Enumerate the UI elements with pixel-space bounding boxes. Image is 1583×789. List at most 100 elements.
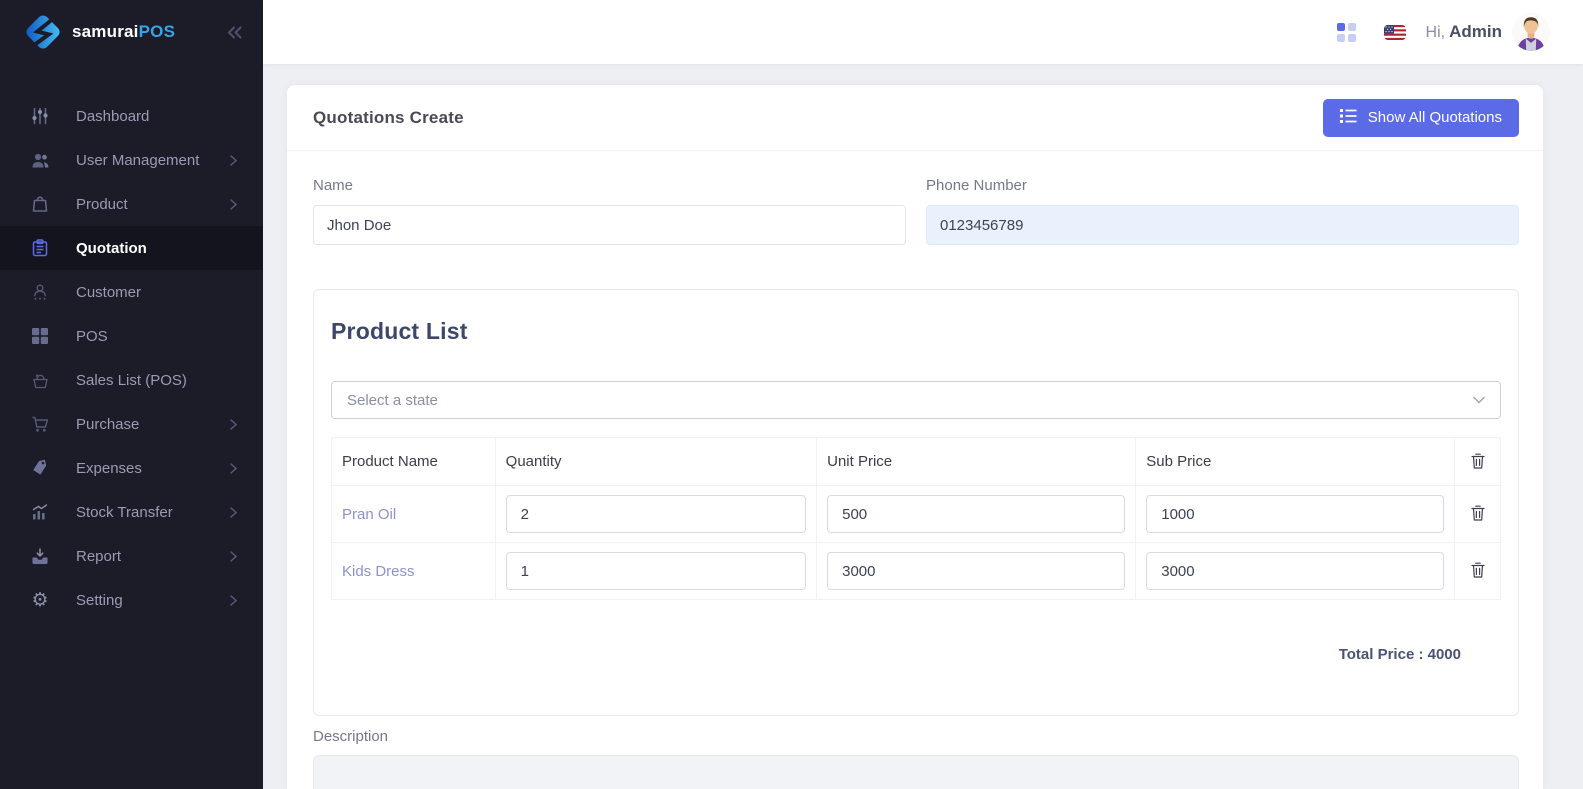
sidebar-item-label: Product: [76, 196, 230, 213]
sub-price-input[interactable]: [1146, 495, 1444, 533]
chevron-right-icon: [230, 595, 237, 606]
sidebar-item-purchase[interactable]: Purchase: [0, 402, 263, 446]
sidebar-menu: Dashboard User Management Product: [0, 64, 263, 622]
topbar-right: Hi,Admin: [1337, 13, 1550, 51]
sidebar-item-quotation[interactable]: Quotation: [0, 226, 263, 270]
page-title: Quotations Create: [313, 108, 464, 128]
card-body: Name Phone Number Product List Select a …: [287, 151, 1543, 789]
basket-icon: [30, 371, 50, 389]
description-label: Description: [313, 728, 1519, 745]
sidebar-item-label: Stock Transfer: [76, 504, 230, 521]
sidebar-item-sales-list-pos[interactable]: Sales List (POS): [0, 358, 263, 402]
product-table: Product Name Quantity Unit Price Sub Pri…: [331, 437, 1501, 600]
table-row: Kids Dress: [332, 543, 1501, 600]
table-header-row: Product Name Quantity Unit Price Sub Pri…: [332, 438, 1501, 486]
tag-icon: [30, 459, 50, 477]
total-price-value: 4000: [1428, 646, 1461, 663]
sidebar-item-label: Expenses: [76, 460, 230, 477]
sidebar-item-label: POS: [76, 328, 237, 345]
trash-icon[interactable]: [1469, 503, 1487, 523]
table-row: Pran Oil: [332, 486, 1501, 543]
users-icon: [30, 152, 50, 169]
name-input[interactable]: [313, 205, 906, 245]
app-root: samuraiPOS Dashboard User Management: [0, 0, 1583, 789]
brand-logo-icon: [22, 11, 64, 53]
sidebar-collapse-icon[interactable]: [225, 25, 243, 40]
customer-fields-row: Name Phone Number: [313, 177, 1519, 245]
quantity-input[interactable]: [506, 552, 806, 590]
col-unit-price: Unit Price: [817, 438, 1136, 486]
report-download-icon: [30, 548, 50, 565]
chevron-right-icon: [230, 199, 237, 210]
total-price: Total Price : 4000: [331, 600, 1501, 715]
sidebar-item-pos[interactable]: POS: [0, 314, 263, 358]
product-select[interactable]: Select a state: [331, 381, 1501, 419]
sidebar-item-label: Customer: [76, 284, 237, 301]
greeting-text: Hi,: [1426, 24, 1446, 41]
show-all-quotations-button[interactable]: Show All Quotations: [1323, 99, 1519, 137]
brand-name-secondary: POS: [139, 22, 176, 41]
quotation-create-card: Quotations Create Show All Quotations Na…: [287, 85, 1543, 789]
name-field-group: Name: [313, 177, 906, 245]
brand-name-primary: samurai: [72, 22, 139, 41]
customer-icon: [30, 283, 50, 301]
apps-grid-icon[interactable]: [1337, 23, 1356, 42]
grid-icon: [30, 327, 50, 345]
sidebar-item-dashboard[interactable]: Dashboard: [0, 94, 263, 138]
product-list-title: Product List: [331, 318, 1501, 345]
sidebar-logo-bar: samuraiPOS: [0, 0, 263, 64]
language-flag-icon[interactable]: [1384, 25, 1406, 40]
col-quantity: Quantity: [495, 438, 816, 486]
list-icon: [1340, 109, 1357, 127]
sidebar-item-setting[interactable]: ⚙ Setting: [0, 578, 263, 622]
user-avatar[interactable]: [1512, 13, 1550, 51]
chevron-down-icon: [1473, 391, 1485, 409]
sidebar-item-label: Sales List (POS): [76, 372, 237, 389]
name-label: Name: [313, 177, 906, 194]
product-name-link[interactable]: Kids Dress: [332, 543, 496, 600]
card-header: Quotations Create Show All Quotations: [287, 85, 1543, 151]
chevron-right-icon: [230, 551, 237, 562]
sidebar-item-label: Dashboard: [76, 108, 237, 125]
phone-field-group: Phone Number: [926, 177, 1519, 245]
trash-icon[interactable]: [1469, 560, 1487, 580]
sidebar-item-stock-transfer[interactable]: Stock Transfer: [0, 490, 263, 534]
chart-icon: [30, 503, 50, 521]
chevron-right-icon: [230, 463, 237, 474]
trash-icon[interactable]: [1469, 451, 1487, 471]
sidebar-item-report[interactable]: Report: [0, 534, 263, 578]
sub-price-input[interactable]: [1146, 552, 1444, 590]
quantity-input[interactable]: [506, 495, 806, 533]
chevron-right-icon: [230, 507, 237, 518]
sidebar-item-label: Report: [76, 548, 230, 565]
username: Admin: [1449, 22, 1502, 41]
shopping-bag-icon: [30, 195, 50, 213]
sidebar-item-expenses[interactable]: Expenses: [0, 446, 263, 490]
sidebar-item-label: Setting: [76, 592, 230, 609]
description-textarea[interactable]: [313, 755, 1519, 789]
clipboard-icon: [30, 239, 50, 257]
chevron-right-icon: [230, 419, 237, 430]
product-list-panel: Product List Select a state Product Name…: [313, 289, 1519, 716]
col-sub-price: Sub Price: [1136, 438, 1455, 486]
topbar: Hi,Admin: [263, 0, 1583, 64]
brand-name: samuraiPOS: [72, 22, 225, 42]
phone-input[interactable]: [926, 205, 1519, 245]
sliders-icon: [30, 107, 50, 125]
sidebar-item-product[interactable]: Product: [0, 182, 263, 226]
unit-price-input[interactable]: [827, 495, 1125, 533]
product-name-link[interactable]: Pran Oil: [332, 486, 496, 543]
user-greeting[interactable]: Hi,Admin: [1426, 22, 1502, 42]
col-product-name: Product Name: [332, 438, 496, 486]
sidebar: samuraiPOS Dashboard User Management: [0, 0, 263, 789]
chevron-right-icon: [230, 155, 237, 166]
cart-icon: [30, 415, 50, 433]
sidebar-item-user-management[interactable]: User Management: [0, 138, 263, 182]
content-area: Quotations Create Show All Quotations Na…: [263, 64, 1583, 789]
show-all-quotations-label: Show All Quotations: [1368, 109, 1502, 126]
sidebar-item-customer[interactable]: Customer: [0, 270, 263, 314]
unit-price-input[interactable]: [827, 552, 1125, 590]
product-select-placeholder: Select a state: [347, 392, 438, 409]
sidebar-item-label: Purchase: [76, 416, 230, 433]
main-area: Hi,Admin Quotations Create Show All Quot…: [263, 0, 1583, 789]
